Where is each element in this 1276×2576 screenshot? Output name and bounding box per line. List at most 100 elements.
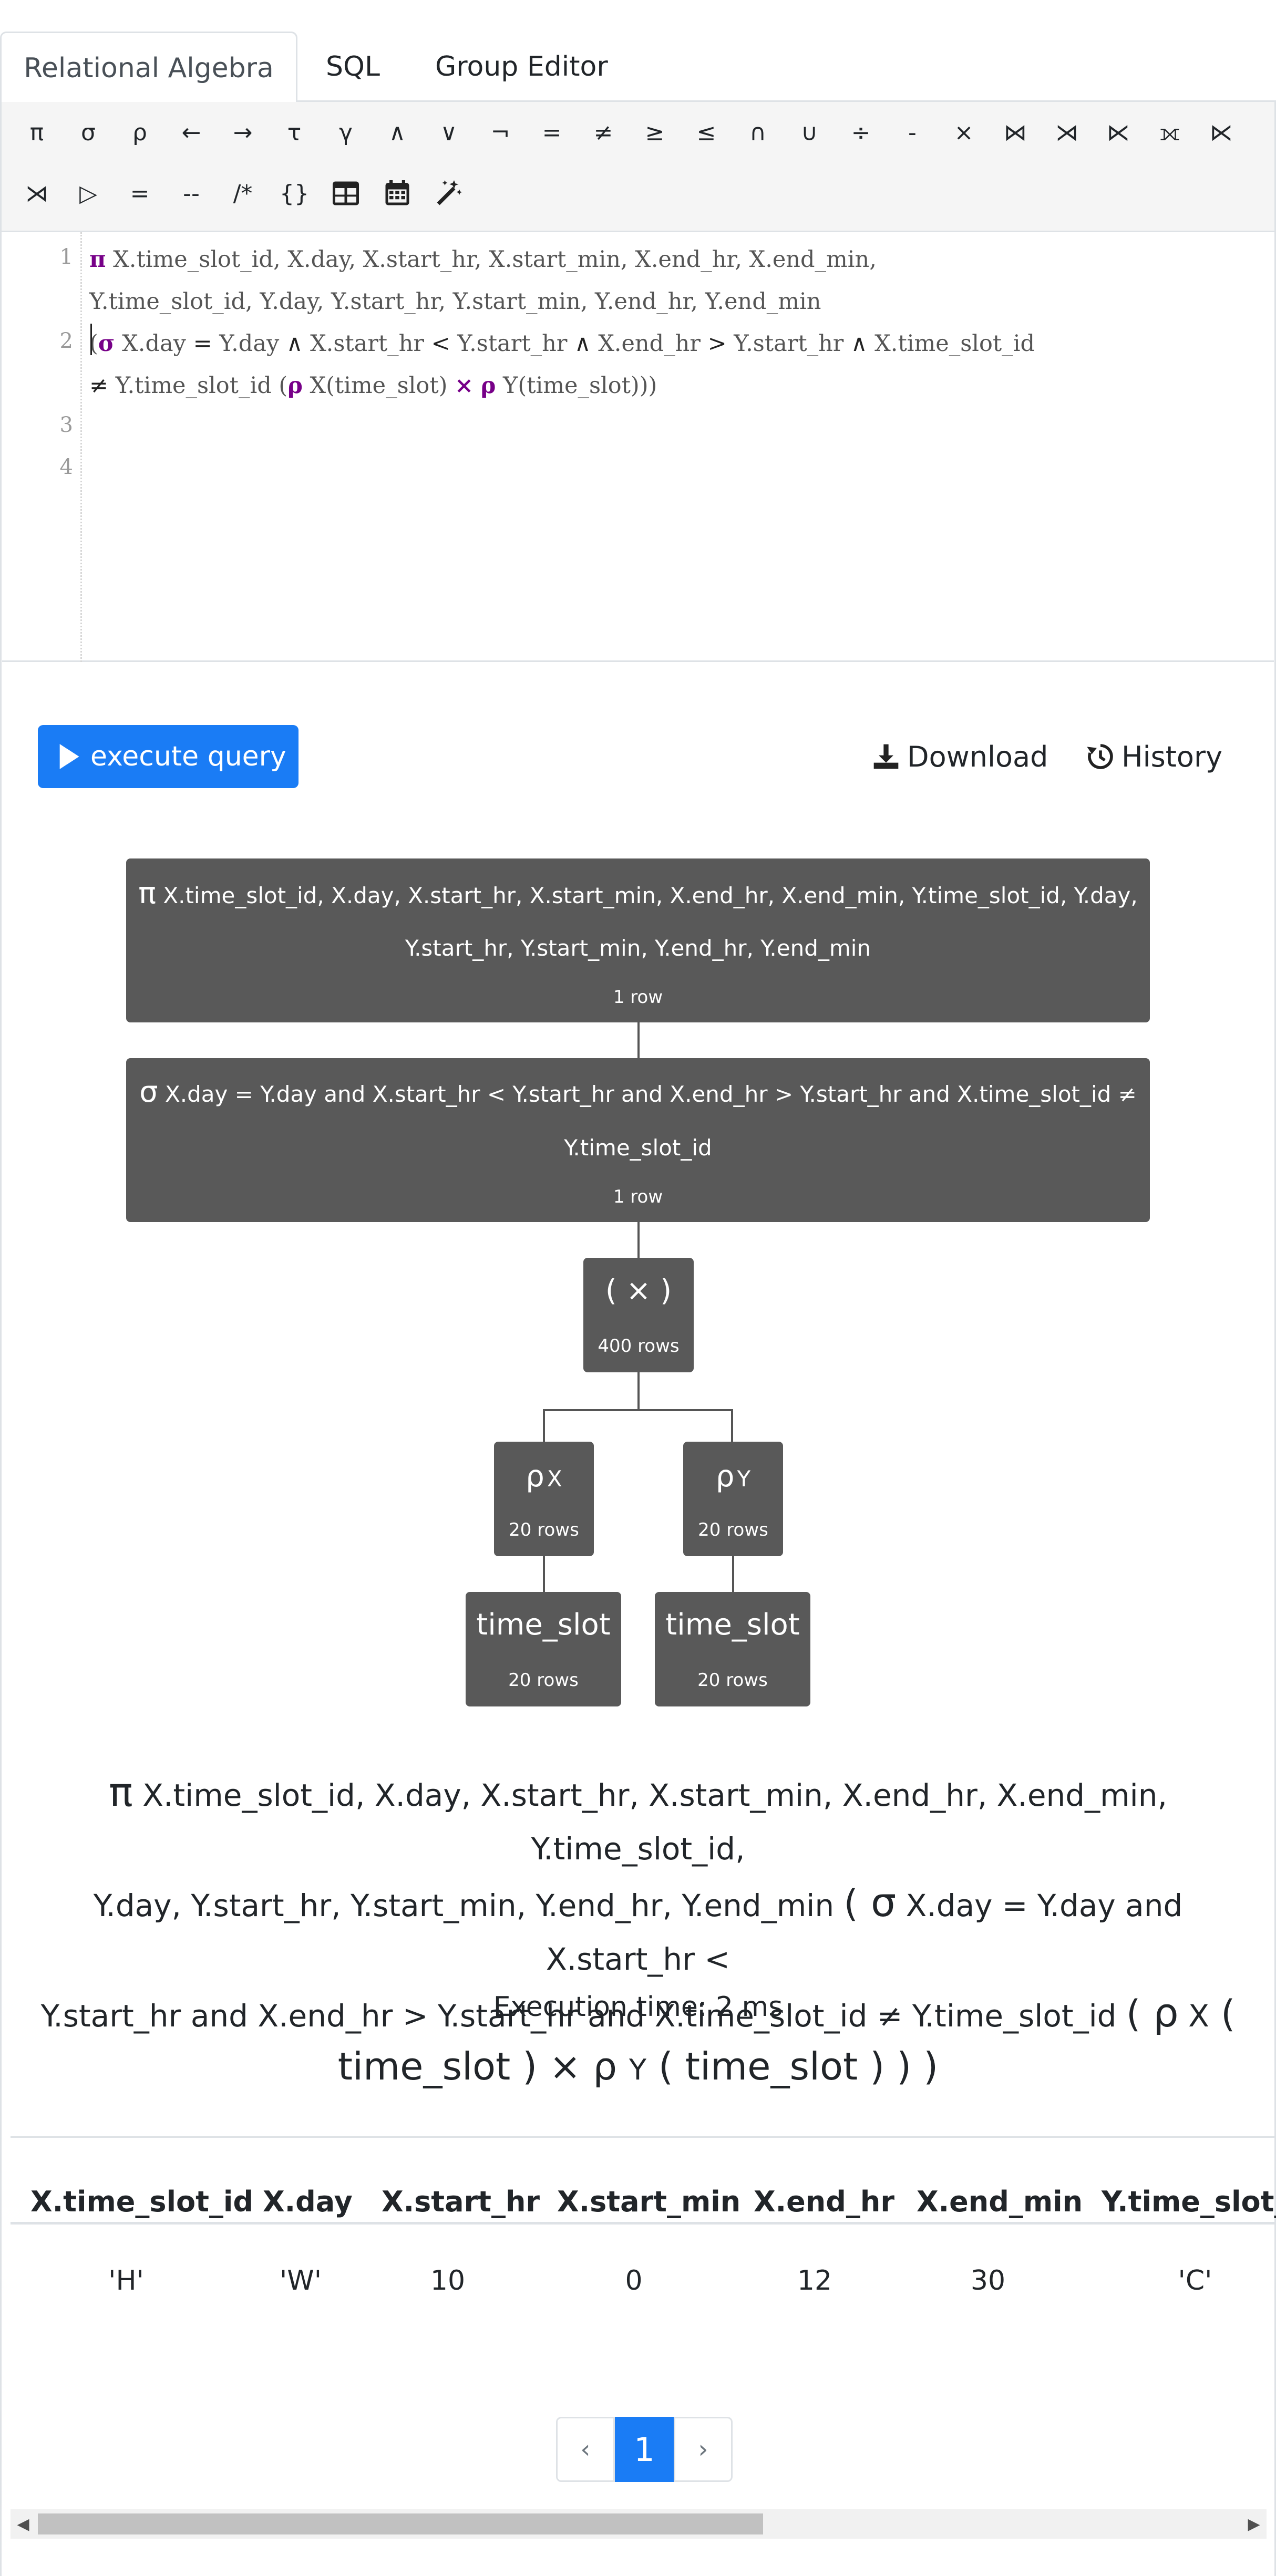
tree-node-selection[interactable]: σ X.day = Y.day and X.start_hr < Y.start… xyxy=(126,1058,1150,1222)
prev-page-button[interactable]: ‹ xyxy=(556,2417,615,2482)
code-text: X.time_slot_id, X.day, X.start_hr, X.sta… xyxy=(106,246,877,273)
code-text: X(time_slot) xyxy=(302,373,455,399)
column-header[interactable]: X.time_slot_id xyxy=(30,2185,253,2218)
selection-symbol: σ xyxy=(139,1075,158,1109)
play-icon xyxy=(59,744,79,769)
operator-union-button[interactable]: ∪ xyxy=(784,109,835,156)
text-cursor xyxy=(90,324,92,355)
operator-gte-button[interactable]: ≥ xyxy=(629,109,681,156)
execution-time: Execution time: 2 ms xyxy=(493,1991,783,2023)
code-line-2-wrap: ≠ Y.time_slot_id (ρ X(time_slot) × ρ Y(t… xyxy=(89,365,657,407)
code-keyword: ρ xyxy=(480,373,496,399)
operator-assign-button[interactable]: = xyxy=(114,170,166,217)
column-header[interactable]: Y.time_slot_i xyxy=(1102,2185,1276,2218)
insert-line-comment-button[interactable]: -- xyxy=(166,170,217,217)
formula-line: Y.day, Y.start_hr, Y.start_min, Y.end_hr… xyxy=(21,1876,1255,1986)
table-cell: 'W' xyxy=(279,2265,322,2296)
insert-block-comment-button[interactable]: /* xyxy=(217,170,269,217)
operator-left-semijoin-button[interactable]: ⋉ xyxy=(1093,109,1144,156)
code-text: Y.time_slot_id, Y.day, Y.start_hr, Y.sta… xyxy=(89,288,821,315)
code-text: Y.start_hr xyxy=(450,330,575,357)
operator-and-button[interactable]: ∧ xyxy=(372,109,423,156)
operator-left-arrow-button[interactable]: ← xyxy=(166,109,217,156)
tree-node-rename-y[interactable]: ρ Y 20 rows xyxy=(683,1442,783,1556)
operator-left-outer-join-button[interactable]: ⋉ xyxy=(1196,109,1247,156)
toolbar-row-1: π σ ρ ← → τ γ ∧ ∨ ¬ = ≠ ≥ ≤ ∩ ∪ ÷ - × ⋈ … xyxy=(11,106,1247,159)
tree-node-relation-left[interactable]: time_slot 20 rows xyxy=(466,1592,621,1706)
row-count: 20 rows xyxy=(698,1519,768,1540)
download-button[interactable]: Download xyxy=(871,736,1048,778)
operator-not-equals-button[interactable]: ≠ xyxy=(578,109,629,156)
line-number: 4 xyxy=(59,455,73,479)
tree-edge xyxy=(731,1409,733,1442)
operator-rename-button[interactable]: ρ xyxy=(114,109,166,156)
column-header[interactable]: X.end_min xyxy=(917,2185,1083,2218)
row-count: 20 rows xyxy=(509,1519,579,1540)
insert-inline-relation-button[interactable]: {} xyxy=(269,170,320,217)
operator-natural-join-button[interactable]: ⋈ xyxy=(990,109,1041,156)
magic-wand-icon[interactable] xyxy=(423,170,475,217)
formula-text: ( time_slot ) ) ) xyxy=(646,2044,939,2088)
code-line-1: π X.time_slot_id, X.day, X.start_hr, X.s… xyxy=(89,239,877,281)
node-line: Y.time_slot_id xyxy=(564,1135,712,1161)
column-header[interactable]: X.day xyxy=(263,2185,353,2218)
formula-line: time_slot ) × ρ Y ( time_slot ) ) ) xyxy=(21,2043,1255,2094)
tree-node-relation-right[interactable]: time_slot 20 rows xyxy=(655,1592,810,1706)
tab-group-editor[interactable]: Group Editor xyxy=(435,32,608,104)
tree-node-projection[interactable]: π X.time_slot_id, X.day, X.start_hr, X.s… xyxy=(126,858,1150,1022)
operator-not-button[interactable]: ¬ xyxy=(475,109,526,156)
code-line-2: (σ X.day = Y.day ∧ X.start_hr < Y.start_… xyxy=(89,323,1035,365)
operator-lte-button[interactable]: ≤ xyxy=(681,109,732,156)
column-header[interactable]: X.start_min xyxy=(557,2185,740,2218)
node-line: Y.start_hr, Y.start_min, Y.end_hr, Y.end… xyxy=(405,935,871,961)
operator-right-outer-join-button[interactable]: ⋊ xyxy=(11,170,63,217)
node-text: π X.time_slot_id, X.day, X.start_hr, X.s… xyxy=(126,876,1150,911)
row-count: 1 row xyxy=(613,987,663,1008)
next-page-button[interactable]: › xyxy=(674,2417,733,2482)
operator-projection-button[interactable]: π xyxy=(11,109,63,156)
tree-node-cross-product[interactable]: ( × ) 400 rows xyxy=(583,1258,694,1372)
operator-or-button[interactable]: ∨ xyxy=(423,109,475,156)
code-operator: < xyxy=(431,330,450,357)
history-button[interactable]: History xyxy=(1086,736,1222,778)
operator-full-outer-join-button[interactable]: ⟗ xyxy=(1144,109,1196,156)
query-editor[interactable]: 1 2 3 4 π X.time_slot_id, X.day, X.start… xyxy=(2,232,1274,662)
column-header[interactable]: X.end_hr xyxy=(754,2185,894,2218)
page-button-current[interactable]: 1 xyxy=(615,2417,674,2482)
horizontal-scrollbar[interactable]: ◀ ▶ xyxy=(11,2509,1267,2539)
scroll-right-icon[interactable]: ▶ xyxy=(1241,2509,1267,2539)
table-icon[interactable] xyxy=(320,170,372,217)
tab-sql[interactable]: SQL xyxy=(326,32,380,104)
code-operator: ∧ xyxy=(286,330,303,357)
cross-label: ( × ) xyxy=(605,1274,672,1308)
tree-node-rename-x[interactable]: ρ X 20 rows xyxy=(494,1442,594,1556)
operator-antijoin-button[interactable]: ▷ xyxy=(63,170,114,217)
column-header[interactable]: X.start_hr xyxy=(382,2185,540,2218)
row-count: 20 rows xyxy=(508,1670,579,1691)
line-number: 1 xyxy=(59,245,73,269)
row-count: 20 rows xyxy=(697,1670,768,1691)
rename-symbol: ρ xyxy=(526,1460,544,1494)
operator-right-arrow-button[interactable]: → xyxy=(217,109,269,156)
operator-equals-button[interactable]: = xyxy=(526,109,578,156)
operator-division-button[interactable]: ÷ xyxy=(835,109,887,156)
formula-text: Y.day, Y.start_hr, Y.start_min, Y.end_hr… xyxy=(93,1888,844,1923)
execute-query-label: execute query xyxy=(90,741,286,772)
operator-orderby-button[interactable]: τ xyxy=(269,109,320,156)
execute-query-button[interactable]: execute query xyxy=(38,725,299,788)
operator-cross-product-button[interactable]: × xyxy=(938,109,990,156)
operator-selection-button[interactable]: σ xyxy=(63,109,114,156)
operator-difference-button[interactable]: - xyxy=(887,109,938,156)
code-line-1-wrap: Y.time_slot_id, Y.day, Y.start_hr, Y.sta… xyxy=(89,281,821,323)
relation-name: time_slot xyxy=(665,1608,800,1642)
scrollbar-thumb[interactable] xyxy=(38,2513,763,2534)
code-text: X.start_hr xyxy=(303,330,431,357)
operator-intersect-button[interactable]: ∩ xyxy=(732,109,784,156)
calendar-icon[interactable] xyxy=(372,170,423,217)
scroll-left-icon[interactable]: ◀ xyxy=(11,2509,36,2539)
operator-groupby-button[interactable]: γ xyxy=(320,109,372,156)
operator-right-semijoin-button[interactable]: ⋊ xyxy=(1041,109,1093,156)
tab-relational-algebra[interactable]: Relational Algebra xyxy=(0,32,297,104)
tree-edge xyxy=(637,1022,640,1058)
